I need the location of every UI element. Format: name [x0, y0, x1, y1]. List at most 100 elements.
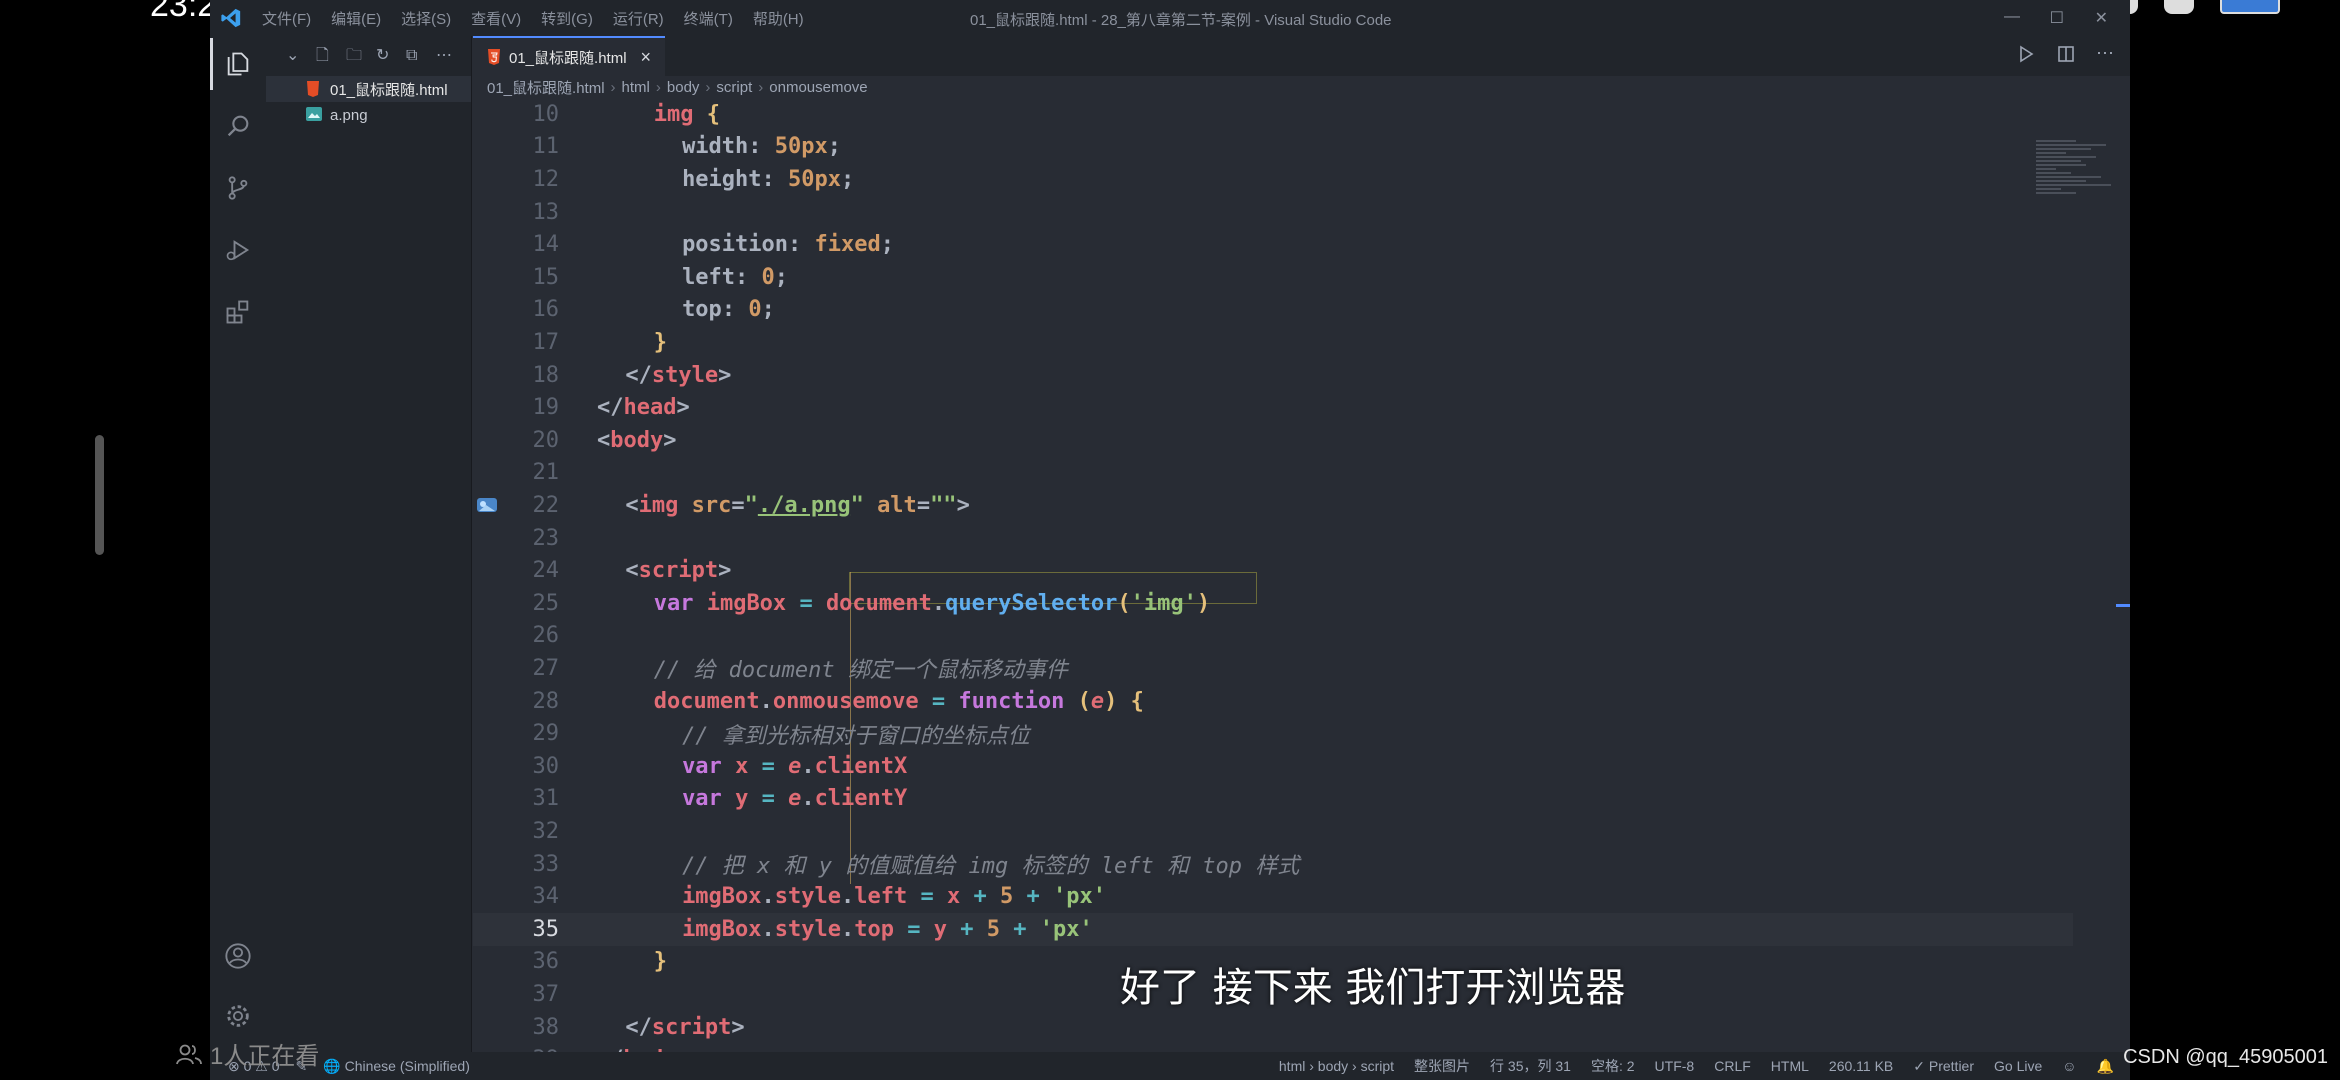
new-folder-icon[interactable]: 🗀: [346, 47, 364, 65]
close-window-icon[interactable]: ✕: [2095, 8, 2108, 28]
minimap-line: [2036, 176, 2101, 178]
status-item[interactable]: 260.11 KB: [1829, 1058, 1893, 1074]
menu-item[interactable]: 查看(V): [471, 8, 521, 29]
html5-icon: [488, 49, 500, 65]
code-text: // 拿到光标相对于窗口的坐标点位: [682, 723, 1030, 749]
code-line: 34 imgBox.style.left = x + 5 + 'px': [473, 880, 2073, 913]
menu-item[interactable]: 文件(F): [262, 8, 311, 29]
language-pack-label: Chinese (Simplified): [344, 1057, 470, 1074]
image-icon: [306, 107, 322, 123]
tab-active-file[interactable]: 01_鼠标跟随.html ×: [473, 36, 666, 76]
code-line: 28 document.onmousemove = function (e) {: [473, 685, 2073, 718]
code-line: 16 top: 0;: [473, 294, 2073, 327]
code-text: // 给 document 绑定一个鼠标移动事件: [653, 658, 1068, 684]
close-tab-icon[interactable]: ×: [641, 47, 652, 68]
breadcrumb-item[interactable]: onmousemove: [769, 79, 867, 96]
code-text: imgBox.style.top = y + 5 + 'px': [682, 916, 1093, 942]
code-text: var x = e.clientX: [682, 753, 908, 779]
file-tree: 01_鼠标跟随.html a.png: [266, 76, 471, 128]
status-item[interactable]: Go Live: [1994, 1058, 2042, 1074]
collapse-all-icon[interactable]: ⧉: [406, 47, 424, 65]
code-text: // 把 x 和 y 的值赋值给 img 标签的 left 和 top 样式: [682, 854, 1300, 880]
menu-bar: 文件(F) 编辑(E) 选择(S) 查看(V) 转到(G) 运行(R) 终端(T) 帮助(H): [262, 8, 824, 29]
code-line: 15 left: 0;: [473, 261, 2073, 294]
status-item[interactable]: HTML: [1771, 1058, 1809, 1074]
status-item[interactable]: CRLF: [1714, 1058, 1751, 1074]
code-text: height: 50px;: [682, 166, 855, 192]
new-file-icon[interactable]: 🗋: [316, 47, 334, 65]
line-number: 37: [532, 981, 560, 1007]
editor-actions: ⋯: [2016, 44, 2116, 64]
collapse-chevron-icon[interactable]: ⌄: [286, 47, 304, 65]
settings-gear-icon[interactable]: [224, 1002, 252, 1030]
code-line: 12 height: 50px;: [473, 163, 2073, 196]
minimap-line: [2036, 152, 2066, 154]
refresh-icon[interactable]: ↻: [376, 47, 394, 65]
menu-item[interactable]: 帮助(H): [753, 8, 804, 29]
editor-area: 01_鼠标跟随.html × ⋯ 01_鼠标跟随.html › html › body ›…: [473, 36, 2130, 1072]
status-item[interactable]: ✓ Prettier: [1913, 1058, 1974, 1075]
file-name: a.png: [330, 106, 368, 124]
minimap-line: [2036, 144, 2106, 146]
explorer-toolbar: ⌄ 🗋 🗀 ↻ ⧉ ⋯: [266, 36, 471, 76]
run-debug-icon[interactable]: [224, 236, 252, 264]
status-item[interactable]: 整张图片: [1414, 1056, 1470, 1076]
run-icon[interactable]: [2016, 44, 2036, 64]
image-preview-glyph-icon[interactable]: [473, 494, 501, 516]
menu-item[interactable]: 编辑(E): [331, 8, 381, 29]
line-number: 21: [532, 460, 560, 486]
chevron-right-icon: ›: [705, 78, 711, 96]
more-icon[interactable]: ⋯: [2096, 44, 2116, 64]
bell-icon[interactable]: 🔔: [2097, 1058, 2114, 1075]
status-item[interactable]: html › body › script: [1279, 1058, 1394, 1074]
file-item[interactable]: a.png: [266, 102, 471, 128]
split-editor-icon[interactable]: [2056, 44, 2076, 64]
code-line: 33 // 把 x 和 y 的值赋值给 img 标签的 left 和 top 样式: [473, 848, 2073, 881]
breadcrumb-item[interactable]: 01_鼠标跟随.html: [487, 77, 605, 98]
feedback-icon[interactable]: ☺: [2062, 1058, 2076, 1074]
more-actions-icon[interactable]: ⋯: [436, 47, 454, 65]
line-number: 28: [532, 688, 560, 714]
code-text: document.onmousemove = function (e) {: [653, 688, 1144, 714]
minimize-icon[interactable]: —: [2004, 8, 2020, 26]
menu-item[interactable]: 选择(S): [401, 8, 451, 29]
minimap[interactable]: [2036, 140, 2116, 220]
watermark: CSDN @qq_45905001: [2123, 1046, 2328, 1068]
account-icon[interactable]: [224, 942, 252, 970]
status-item[interactable]: 行 35，列 31: [1490, 1056, 1571, 1076]
search-icon[interactable]: [224, 112, 252, 140]
breadcrumb-item[interactable]: script: [716, 79, 752, 96]
source-control-icon[interactable]: [224, 174, 252, 202]
code-editor[interactable]: 10 img {11 width: 50px; 12 height: 50px; 13 14…: [473, 98, 2073, 1072]
menu-item[interactable]: 运行(R): [613, 8, 664, 29]
language-pack-indicator[interactable]: 🌐 Chinese (Simplified): [323, 1058, 470, 1075]
code-line: 25 var imgBox = document.querySelector('i…: [473, 587, 2073, 620]
line-number: 12: [532, 166, 560, 192]
minimap-line: [2036, 168, 2056, 170]
phone-scrollbar[interactable]: [95, 435, 104, 555]
line-number: 19: [532, 395, 560, 421]
line-number: 36: [532, 949, 560, 975]
breadcrumb-item[interactable]: body: [667, 79, 700, 96]
code-line: 23: [473, 522, 2073, 555]
maximize-icon[interactable]: ☐: [2050, 8, 2064, 28]
status-item[interactable]: UTF-8: [1655, 1058, 1695, 1074]
viewer-count: 1人正在看: [176, 1036, 319, 1071]
line-number: 31: [532, 786, 560, 812]
code-line: 14 position: fixed;: [473, 228, 2073, 261]
menu-item[interactable]: 终端(T): [684, 8, 733, 29]
line-number: 16: [532, 297, 560, 323]
chevron-right-icon: ›: [610, 78, 616, 96]
file-item[interactable]: 01_鼠标跟随.html: [266, 76, 471, 102]
line-number: 17: [532, 329, 560, 355]
status-item[interactable]: 空格: 2: [1591, 1056, 1635, 1076]
line-number: 25: [532, 590, 560, 616]
minimap-line: [2036, 180, 2086, 182]
explorer-icon[interactable]: [210, 38, 252, 90]
code-line: 30 var x = e.clientX: [473, 750, 2073, 783]
minimap-line: [2036, 184, 2111, 186]
extensions-icon[interactable]: [224, 298, 252, 326]
menu-item[interactable]: 转到(G): [541, 8, 593, 29]
breadcrumb-item[interactable]: html: [622, 79, 650, 96]
line-number: 14: [532, 232, 560, 258]
